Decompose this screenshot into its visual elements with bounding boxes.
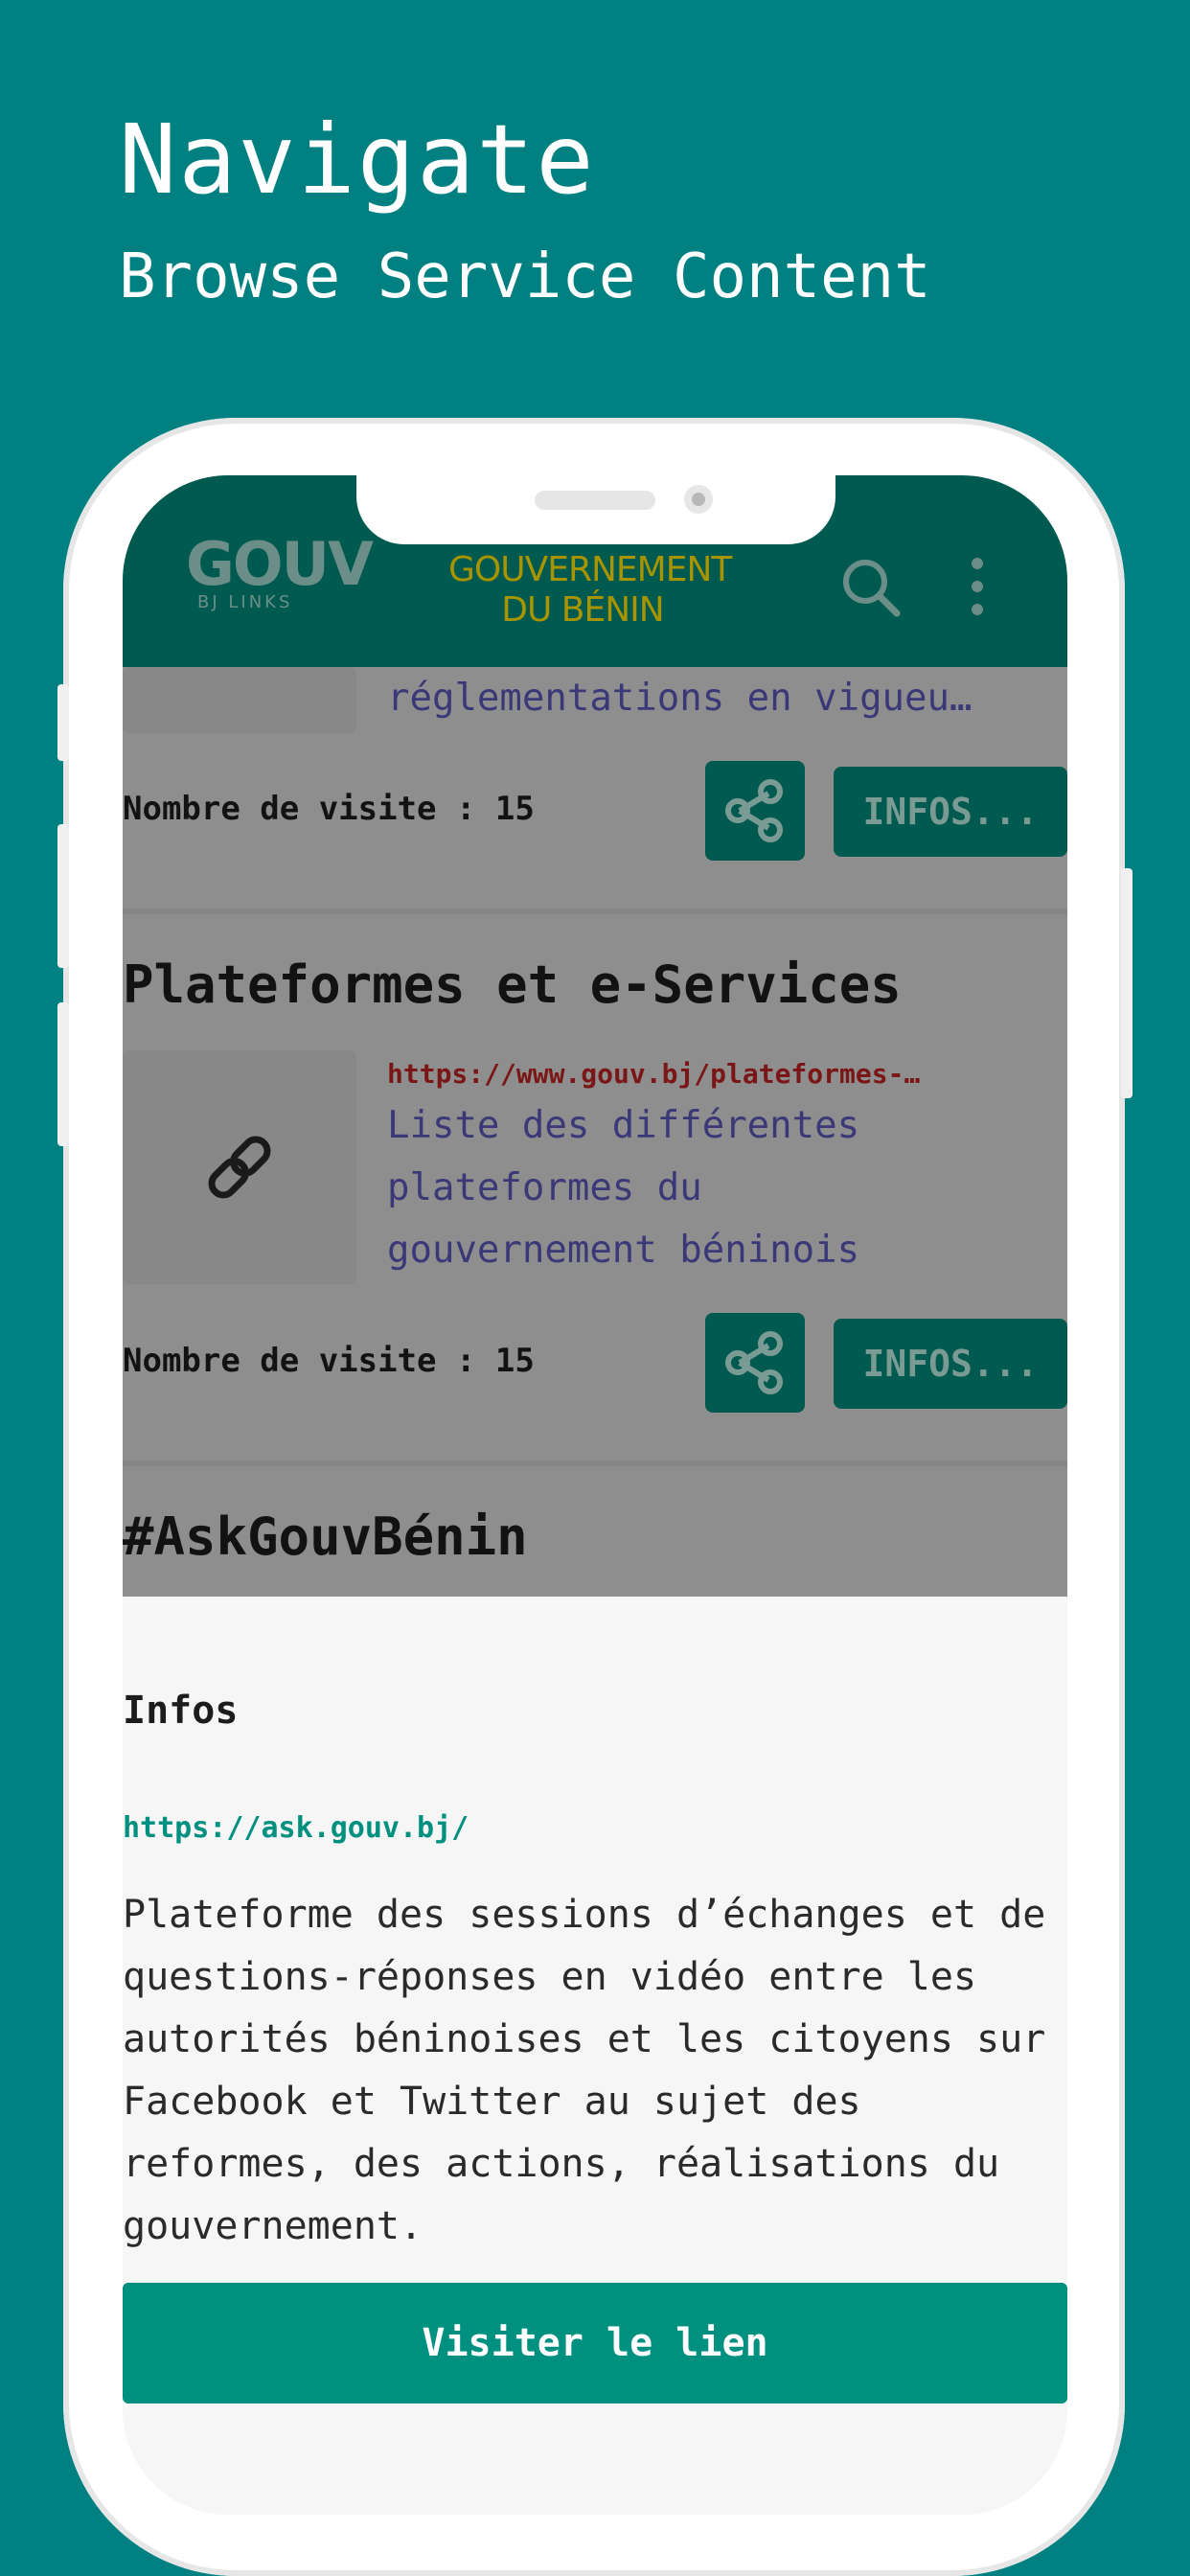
- link-icon: [208, 1136, 271, 1199]
- search-button[interactable]: [839, 556, 901, 617]
- logo-text: GOUV: [186, 529, 374, 599]
- infos-button[interactable]: INFOS...: [834, 767, 1067, 857]
- hero-title: Navigate: [119, 104, 596, 216]
- card-description: Liste des différentes plateformes du gou…: [387, 1094, 859, 1281]
- app-logo: GOUV BJ LINKS: [186, 535, 374, 613]
- share-button[interactable]: [705, 761, 805, 861]
- infos-button[interactable]: INFOS...: [834, 1319, 1067, 1409]
- visit-count: Nombre de visite : 15: [123, 1342, 535, 1380]
- card-url[interactable]: https://www.gouv.bj/plateformes-…: [387, 1058, 920, 1090]
- phone-side-button: [57, 824, 69, 968]
- card-description-line: plateformes du: [387, 1166, 702, 1209]
- phone-speaker: [535, 491, 655, 510]
- card-title: #AskGouvBénin: [123, 1506, 528, 1567]
- card-thumbnail: [123, 1050, 356, 1284]
- share-icon: [725, 1331, 783, 1394]
- logo-subtext: BJ LINKS: [197, 592, 293, 612]
- info-bottom-sheet: Infos https://ask.gouv.bj/ Plateforme de…: [123, 1597, 1067, 2515]
- sheet-description: Plateforme des sessions d’échanges et de…: [123, 1893, 1046, 2248]
- card-description-line: Liste des différentes: [387, 1104, 860, 1147]
- visit-link-button[interactable]: Visiter le lien: [123, 2283, 1067, 2404]
- phone-camera: [684, 485, 713, 514]
- sheet-title: Infos: [123, 1689, 239, 1733]
- more-vertical-icon: [972, 558, 983, 615]
- card-divider: [123, 1460, 1067, 1466]
- app-title-line2: DU BÉNIN: [501, 590, 664, 630]
- phone-side-button: [57, 684, 69, 761]
- card-divider: [123, 908, 1067, 914]
- sheet-url[interactable]: https://ask.gouv.bj/: [123, 1811, 469, 1845]
- service-list: réglementations en vigueu… Nombre de vis…: [123, 667, 1067, 1597]
- phone-side-button: [57, 1002, 69, 1146]
- search-icon: [843, 560, 901, 617]
- app-title-line1: GOUVERNEMENT: [448, 550, 732, 589]
- card-title: Plateformes et e-Services: [123, 954, 902, 1015]
- app-screen: GOUV BJ LINKS GOUVERNEMENT DU BÉNIN régl…: [123, 475, 1067, 2515]
- card-description-line: gouvernement béninois: [387, 1229, 860, 1272]
- share-icon: [725, 779, 783, 842]
- card-description: réglementations en vigueu…: [387, 677, 973, 720]
- app-title: GOUVERNEMENT DU BÉNIN: [448, 550, 732, 631]
- phone-power-button: [1121, 868, 1133, 1098]
- share-button[interactable]: [705, 1313, 805, 1413]
- hero-subtitle: Browse Service Content: [119, 242, 931, 312]
- phone-notch: [356, 475, 835, 544]
- visit-count: Nombre de visite : 15: [123, 790, 535, 828]
- card-thumbnail: [123, 667, 356, 734]
- more-options-button[interactable]: [960, 556, 995, 617]
